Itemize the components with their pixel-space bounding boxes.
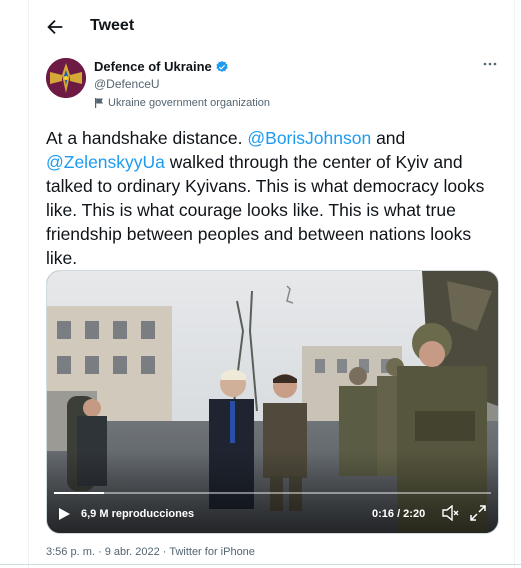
video-progress-bar[interactable] (54, 492, 491, 494)
fullscreen-icon[interactable] (470, 505, 486, 521)
mention-boris-johnson[interactable]: @BorisJohnson (247, 128, 371, 148)
more-options-icon[interactable] (481, 58, 499, 70)
tweet-text: At a handshake distance. @BorisJohnson a… (46, 126, 496, 270)
tweet-timestamp[interactable]: 3:56 p. m. · 9 abr. 2022 (46, 546, 160, 558)
verified-badge-icon (216, 60, 228, 72)
header: Tweet (28, 0, 514, 54)
view-count: 6,9 M reproducciones (81, 508, 195, 520)
play-icon[interactable] (57, 507, 71, 521)
avatar[interactable] (46, 58, 86, 98)
tweet-meta: 3:56 p. m. · 9 abr. 2022 · Twitter for i… (46, 546, 255, 558)
back-arrow-icon[interactable] (44, 16, 66, 38)
video-progress-fill (54, 492, 104, 494)
right-border (514, 0, 515, 568)
left-border (28, 0, 29, 568)
meta-separator: · (159, 546, 170, 558)
author-block: Defence of Ukraine @DefenceU Ukraine gov… (94, 59, 270, 109)
author-name[interactable]: Defence of Ukraine (94, 59, 212, 74)
flag-icon (95, 98, 103, 108)
tweet-text-part: and (371, 128, 406, 148)
author-handle[interactable]: @DefenceU (94, 77, 270, 91)
tweet-text-part: At a handshake distance. (46, 128, 248, 148)
mention-zelenskyy[interactable]: @ZelenskyyUa (46, 152, 165, 172)
ukraine-defence-emblem-icon (46, 58, 86, 98)
tweet-source[interactable]: Twitter for iPhone (169, 546, 255, 558)
bottom-divider (0, 564, 521, 565)
page-title: Tweet (90, 17, 135, 34)
video-time: 0:16 / 2:20 (372, 508, 426, 520)
government-label: Ukraine government organization (94, 97, 270, 109)
video-player[interactable]: 6,9 M reproducciones 0:16 / 2:20 (46, 270, 499, 534)
volume-muted-icon[interactable] (441, 505, 459, 521)
org-label: Ukraine government organization (108, 97, 271, 109)
